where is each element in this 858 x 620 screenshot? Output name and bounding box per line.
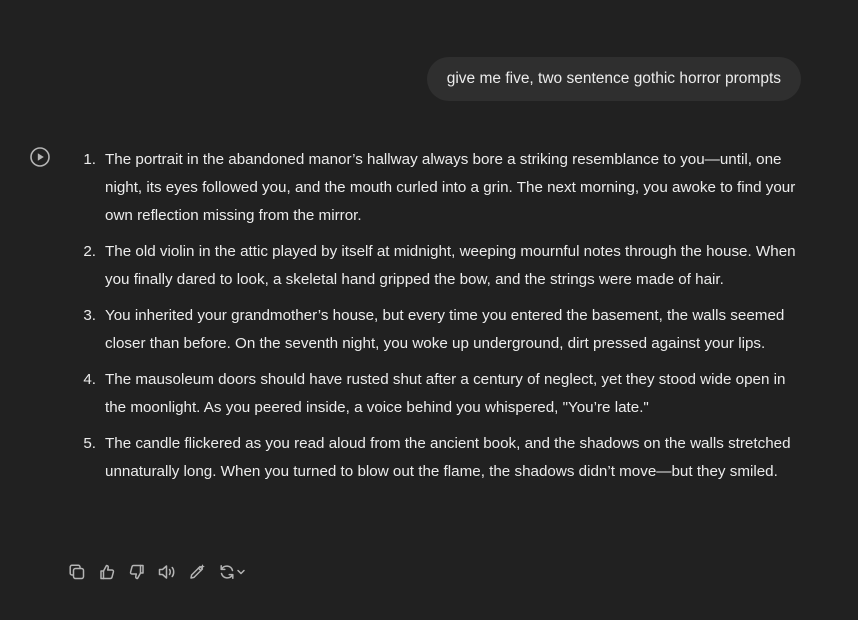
thumbs-down-button[interactable] (126, 561, 148, 583)
list-item-number: 5. (83, 435, 96, 452)
list-item-text: The candle flickered as you read aloud f… (105, 435, 791, 480)
list-item-text: The old violin in the attic played by it… (105, 243, 796, 288)
list-item-text: You inherited your grandmother’s house, … (105, 307, 785, 352)
play-circle-icon[interactable] (28, 145, 52, 169)
list-item-number: 4. (83, 371, 96, 388)
copy-icon (68, 563, 86, 581)
message-actions-toolbar (66, 561, 248, 583)
copy-button[interactable] (66, 561, 88, 583)
list-item: 1. The portrait in the abandoned manor’s… (70, 146, 810, 230)
list-item: 5. The candle flickered as you read alou… (70, 430, 810, 486)
read-aloud-icon (157, 563, 177, 581)
chevron-down-icon (236, 567, 246, 577)
list-item: 3. You inherited your grandmother’s hous… (70, 302, 810, 358)
user-message-bubble: give me five, two sentence gothic horror… (426, 57, 801, 101)
thumbs-down-icon (128, 563, 146, 581)
list-item-text: The portrait in the abandoned manor’s ha… (105, 151, 796, 224)
list-item: 4. The mausoleum doors should have ruste… (70, 366, 810, 422)
user-message-text: give me five, two sentence gothic horror… (446, 70, 781, 87)
edit-button[interactable] (186, 561, 208, 583)
list-item: 2. The old violin in the attic played by… (70, 238, 810, 294)
read-aloud-button[interactable] (156, 561, 178, 583)
thumbs-up-icon (98, 563, 116, 581)
list-item-number: 2. (83, 243, 96, 260)
answer-list: 1. The portrait in the abandoned manor’s… (70, 146, 810, 494)
list-item-number: 1. (83, 151, 96, 168)
edit-icon (188, 563, 206, 581)
list-item-number: 3. (83, 307, 96, 324)
list-item-text: The mausoleum doors should have rusted s… (105, 371, 786, 416)
regenerate-icon (218, 563, 236, 581)
regenerate-button[interactable] (216, 561, 248, 583)
thumbs-up-button[interactable] (96, 561, 118, 583)
